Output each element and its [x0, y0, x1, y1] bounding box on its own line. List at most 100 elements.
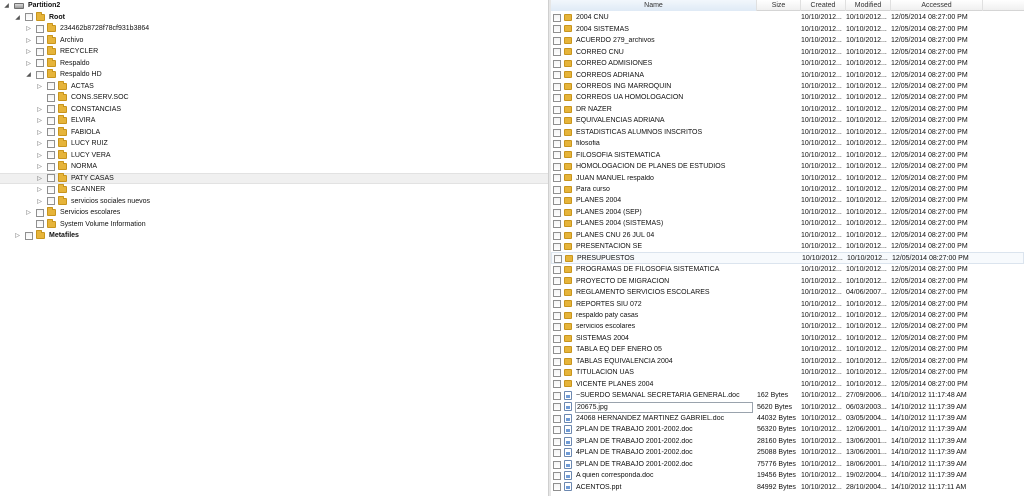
file-row-checkbox[interactable] [553, 162, 561, 171]
expand-arrow-icon[interactable]: ▷ [25, 47, 32, 56]
file-row[interactable]: 5PLAN DE TRABAJO 2001-2002.doc 75776 Byte… [551, 459, 1024, 471]
file-row[interactable]: ~SUERDO SEMANAL SECRETARIA GENERAL.doc 16… [551, 390, 1024, 402]
tree-item-checkbox[interactable] [36, 59, 44, 67]
file-row[interactable]: SISTEMAS 2004 10/10/2012... 10/10/2012... 1… [551, 333, 1024, 345]
tree-item[interactable]: ▷ servicios sociales nuevos [0, 195, 548, 207]
tree-item-checkbox[interactable] [36, 70, 44, 79]
file-row[interactable]: PLANES 2004 (SISTEMAS) 10/10/2012... 10/10… [551, 218, 1024, 230]
file-row[interactable]: CORREOS ADRIANA 10/10/2012... 10/10/2012..… [551, 69, 1024, 81]
file-row-checkbox[interactable] [553, 174, 561, 183]
file-row[interactable]: HOMOLOGACION DE PLANES DE ESTUDIOS 10/10/… [551, 161, 1024, 173]
file-row-checkbox[interactable] [553, 14, 561, 22]
tree-item-checkbox[interactable] [47, 128, 55, 136]
column-header-name[interactable]: Name [551, 0, 757, 11]
file-row[interactable]: 20675.jpg 5620 Bytes 10/10/2012... 06/03/20… [551, 401, 1024, 413]
file-list-pane[interactable]: Name Size Created Modified Accessed 2004… [551, 0, 1024, 496]
collapse-arrow-icon[interactable]: ◢ [25, 70, 32, 79]
tree-item[interactable]: ▷ Respaldo [0, 57, 548, 69]
file-row-checkbox[interactable] [553, 391, 561, 400]
tree-item-checkbox[interactable] [47, 162, 55, 171]
file-row[interactable]: 2004 CNU 10/10/2012... 10/10/2012... 12/05/… [551, 12, 1024, 24]
tree-item[interactable]: ◢ Partition2 [0, 0, 548, 11]
tree-item[interactable]: ▷ 234462b8728f78cf931b3864 [0, 23, 548, 34]
file-row[interactable]: PLANES CNU 26 JUL 04 10/10/2012... 10/10/2… [551, 230, 1024, 242]
file-row-checkbox[interactable] [553, 460, 561, 469]
file-row-checkbox[interactable] [553, 128, 561, 137]
file-row[interactable]: PRESENTACION SE 10/10/2012... 10/10/2012..… [551, 241, 1024, 253]
expand-arrow-icon[interactable]: ▷ [36, 151, 43, 160]
tree-item-checkbox[interactable] [47, 105, 55, 113]
file-row-checkbox[interactable] [553, 151, 561, 160]
file-row[interactable]: respaldo paty casas 10/10/2012... 10/10/20… [551, 310, 1024, 322]
file-row[interactable]: REPORTES SIU 072 10/10/2012... 10/10/2012.… [551, 298, 1024, 310]
tree-item[interactable]: ▷ PATY CASAS [0, 172, 548, 184]
file-row-checkbox[interactable] [553, 231, 561, 240]
file-row[interactable]: 4PLAN DE TRABAJO 2001-2002.doc 25088 Byte… [551, 447, 1024, 459]
expand-arrow-icon[interactable]: ▷ [25, 36, 32, 45]
file-row-checkbox[interactable] [553, 197, 561, 206]
tree-item[interactable]: ▷ SCANNER [0, 184, 548, 195]
tree-item-checkbox[interactable] [36, 208, 44, 217]
file-row[interactable]: ACUERDO 279_archivos 10/10/2012... 10/10/2… [551, 35, 1024, 47]
column-header-created[interactable]: Created [801, 0, 846, 11]
tree-item-checkbox[interactable] [25, 231, 33, 240]
expand-arrow-icon[interactable]: ▷ [36, 185, 43, 194]
tree-item[interactable]: System Volume Information [0, 218, 548, 230]
file-row[interactable]: ESTADISTICAS ALUMNOS INSCRITOS 10/10/2012… [551, 127, 1024, 139]
tree-item-checkbox[interactable] [47, 82, 55, 90]
tree-item[interactable]: ▷ Servicios escolares [0, 207, 548, 218]
file-row-checkbox[interactable] [553, 82, 561, 91]
column-header-size[interactable]: Size [757, 0, 801, 11]
file-row-checkbox[interactable] [553, 426, 561, 435]
file-row-checkbox[interactable] [553, 59, 561, 68]
file-row[interactable]: VICENTE PLANES 2004 10/10/2012... 10/10/20… [551, 378, 1024, 390]
collapse-arrow-icon[interactable]: ◢ [14, 13, 21, 22]
tree-item[interactable]: CONS.SERV.SOC [0, 92, 548, 103]
file-row-checkbox[interactable] [553, 311, 561, 320]
file-row-checkbox[interactable] [553, 334, 561, 343]
tree-item[interactable]: ▷ Archivo [0, 34, 548, 46]
file-row[interactable]: JUAN MANUEL respaldo 10/10/2012... 10/10/2… [551, 172, 1024, 184]
tree-item-checkbox[interactable] [47, 185, 55, 194]
expand-arrow-icon[interactable]: ▷ [25, 208, 32, 217]
file-row[interactable]: 3PLAN DE TRABAJO 2001-2002.doc 28160 Byte… [551, 436, 1024, 448]
tree-item-checkbox[interactable] [47, 197, 55, 205]
tree-item[interactable]: ▷ RECYCLER [0, 46, 548, 57]
file-row[interactable]: TABLAS EQUIVALENCIA 2004 10/10/2012... 10/… [551, 356, 1024, 368]
file-row[interactable]: PLANES 2004 10/10/2012... 10/10/2012... 12/… [551, 195, 1024, 207]
file-row-checkbox[interactable] [553, 449, 561, 458]
column-header-modified[interactable]: Modified [846, 0, 891, 11]
tree-item-checkbox[interactable] [36, 220, 44, 228]
file-row-checkbox[interactable] [553, 403, 561, 412]
file-row[interactable]: Para curso 10/10/2012... 10/10/2012... 12/0… [551, 184, 1024, 196]
file-row-checkbox[interactable] [553, 288, 561, 297]
file-row[interactable]: filosofia 10/10/2012... 10/10/2012... 12/05… [551, 138, 1024, 150]
expand-arrow-icon[interactable]: ▷ [36, 174, 43, 183]
file-row-checkbox[interactable] [553, 243, 561, 251]
expand-arrow-icon[interactable]: ▷ [36, 139, 43, 148]
file-row-checkbox[interactable] [553, 346, 561, 355]
file-row-checkbox[interactable] [553, 25, 561, 34]
file-row[interactable]: 2PLAN DE TRABAJO 2001-2002.doc 56320 Byte… [551, 424, 1024, 436]
file-row-checkbox[interactable] [553, 105, 561, 114]
file-row-checkbox[interactable] [553, 71, 561, 80]
file-row[interactable]: PRESUPUESTOS 10/10/2012... 10/10/2012... 12… [551, 252, 1024, 264]
tree-item[interactable]: ▷ ACTAS [0, 80, 548, 92]
file-row[interactable]: EQUIVALENCIAS ADRIANA 10/10/2012... 10/10/… [551, 115, 1024, 127]
tree-item-checkbox[interactable] [25, 13, 33, 21]
file-row-checkbox[interactable] [553, 437, 561, 446]
file-row[interactable]: 24068 HERNÁNDEZ MARTÍNEZ GABRIEL.doc 4403… [551, 413, 1024, 425]
file-row-checkbox[interactable] [553, 220, 561, 229]
file-row-checkbox[interactable] [553, 323, 561, 332]
file-row[interactable]: CORREOS ING MARROQUIN 10/10/2012... 10/10/… [551, 81, 1024, 93]
tree-item-checkbox[interactable] [47, 174, 55, 182]
tree-item-checkbox[interactable] [47, 139, 55, 148]
file-row[interactable]: CORREOS UA HOMOLOGACION 10/10/2012... 10/1… [551, 92, 1024, 104]
file-row[interactable]: REGLAMENTO SERVICIOS ESCOLARES 10/10/2012… [551, 287, 1024, 299]
expand-arrow-icon[interactable]: ▷ [36, 162, 43, 171]
tree-item-checkbox[interactable] [47, 116, 55, 125]
file-row-checkbox[interactable] [553, 117, 561, 126]
tree-item-checkbox[interactable] [47, 151, 55, 159]
expand-arrow-icon[interactable]: ▷ [36, 128, 43, 137]
tree-item[interactable]: ▷ LUCY VERA [0, 149, 548, 161]
